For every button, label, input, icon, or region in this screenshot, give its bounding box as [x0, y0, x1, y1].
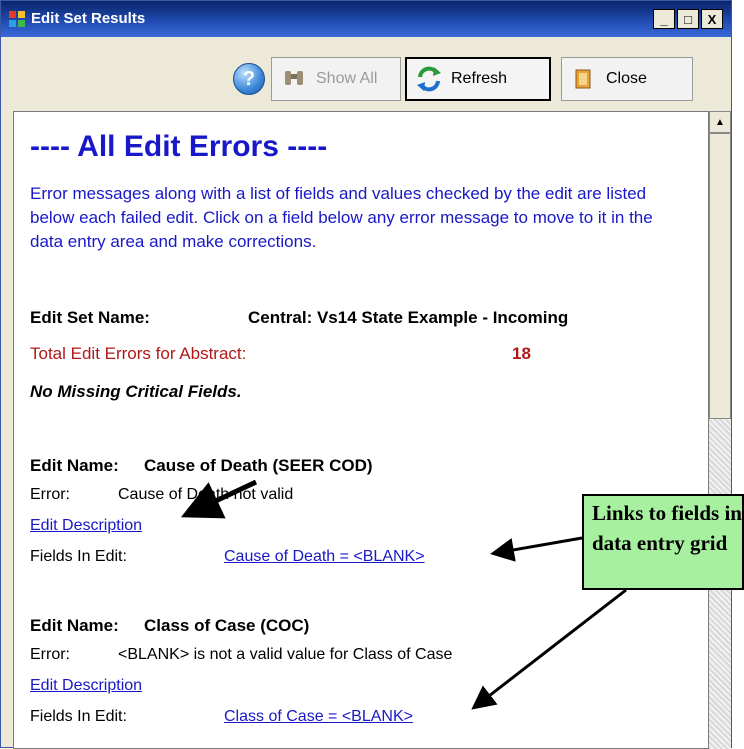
close-label: Close	[606, 70, 647, 87]
scrollbar-thumb[interactable]	[709, 133, 731, 419]
close-book-icon	[570, 65, 598, 93]
intro-text: Error messages along with a list of fiel…	[30, 184, 653, 251]
edit-set-results-window: Edit Set Results _ □ X ? Show All Refres…	[0, 0, 732, 749]
fields-in-edit-label: Fields In Edit:	[30, 708, 127, 725]
edit-description-link[interactable]: Edit Description	[30, 517, 142, 535]
show-all-label: Show All	[316, 70, 378, 87]
error-label: Error:	[30, 486, 70, 503]
show-all-button[interactable]: Show All	[271, 57, 401, 101]
close-window-button[interactable]: X	[701, 9, 723, 29]
error-message: Cause of Death not valid	[118, 486, 294, 503]
edit-name-label: Edit Name:	[30, 616, 119, 635]
edit-description-link[interactable]: Edit Description	[30, 677, 142, 695]
page-title: ---- All Edit Errors ----	[30, 130, 328, 163]
title-bar[interactable]: Edit Set Results _ □ X	[1, 1, 731, 37]
fields-in-edit-label: Fields In Edit:	[30, 548, 127, 565]
error-label: Error:	[30, 646, 70, 663]
help-button[interactable]: ?	[233, 63, 265, 95]
binoculars-icon	[280, 65, 308, 93]
minimize-button[interactable]: _	[653, 9, 675, 29]
annotation-callout: Links to fields in data entry grid	[582, 494, 744, 590]
edit-name: Class of Case (COC)	[144, 616, 310, 635]
vertical-scrollbar[interactable]: ▲	[709, 111, 731, 749]
missing-critical-fields: No Missing Critical Fields.	[30, 382, 242, 401]
error-message: <BLANK> is not a valid value for Class o…	[118, 646, 453, 663]
refresh-icon	[415, 65, 443, 93]
maximize-button[interactable]: □	[677, 9, 699, 29]
edit-name-label: Edit Name:	[30, 456, 119, 475]
close-button[interactable]: Close	[561, 57, 693, 101]
refresh-label: Refresh	[451, 70, 508, 87]
edit-set-label: Edit Set Name:	[30, 308, 150, 327]
window-title: Edit Set Results	[31, 10, 146, 27]
help-icon: ?	[242, 67, 256, 90]
field-link-class-of-case[interactable]: Class of Case = <BLANK>	[224, 708, 413, 726]
total-errors-label: Total Edit Errors for Abstract:	[30, 344, 247, 363]
edit-set-value: Central: Vs14 State Example - Incoming	[248, 308, 569, 327]
field-link-cause-of-death[interactable]: Cause of Death = <BLANK>	[224, 548, 425, 566]
scroll-up-icon[interactable]: ▲	[709, 111, 731, 133]
total-errors-value: 18	[512, 344, 531, 363]
app-icon	[9, 11, 25, 27]
edit-name: Cause of Death (SEER COD)	[144, 456, 373, 475]
results-pane[interactable]: ---- All Edit Errors ---- Error messages…	[13, 111, 709, 749]
refresh-button[interactable]: Refresh	[405, 57, 551, 101]
